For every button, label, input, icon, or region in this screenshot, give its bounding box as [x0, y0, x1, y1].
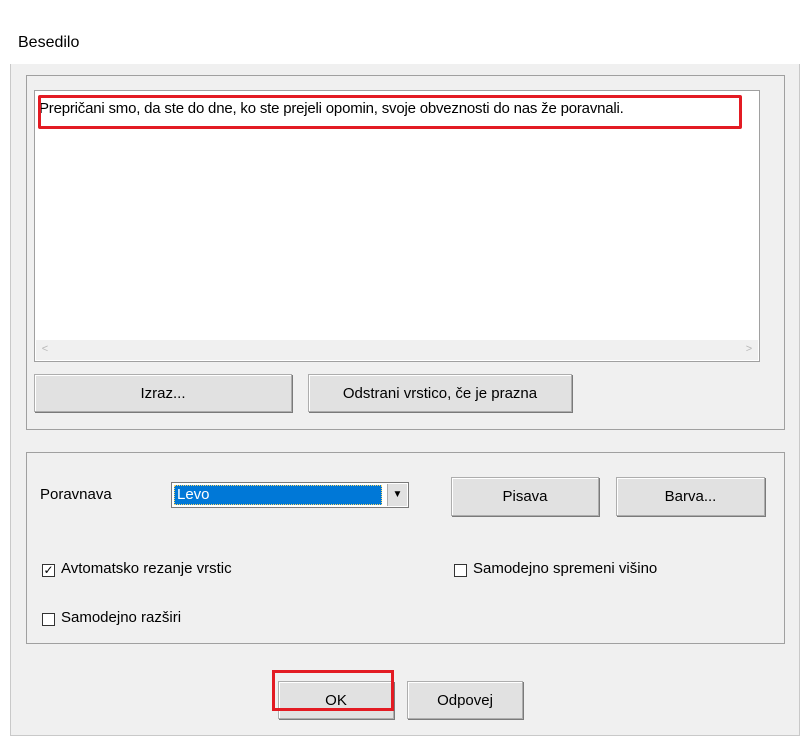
auto-wrap-checkbox[interactable]: ✓ — [42, 564, 55, 577]
dialog-title: Besedilo — [18, 34, 80, 51]
font-button[interactable]: Pisava — [451, 477, 599, 516]
cancel-button[interactable]: Odpovej — [407, 681, 523, 719]
horizontal-scrollbar[interactable]: < > — [36, 340, 758, 360]
auto-expand-label: Samodejno razširi — [61, 609, 182, 626]
auto-height-label: Samodejno spremeni višino — [473, 560, 658, 577]
auto-height-checkbox[interactable] — [454, 564, 467, 577]
alignment-selected-value: Levo — [174, 485, 382, 505]
chevron-down-icon[interactable]: ▼ — [387, 484, 407, 506]
scroll-right-icon[interactable]: > — [742, 342, 756, 356]
auto-expand-checkbox[interactable] — [42, 613, 55, 626]
scroll-left-icon[interactable]: < — [38, 342, 52, 356]
auto-wrap-label: Avtomatsko rezanje vrstic — [61, 560, 232, 577]
color-button[interactable]: Barva... — [616, 477, 765, 516]
remove-empty-line-button[interactable]: Odstrani vrstico, če je prazna — [308, 374, 572, 412]
ok-button[interactable]: OK — [278, 681, 394, 719]
expression-button[interactable]: Izraz... — [34, 374, 292, 412]
alignment-label: Poravnava — [40, 486, 112, 503]
title-bar: Besedilo — [10, 12, 800, 64]
text-content: Prepričani smo, da ste do dne, ko ste pr… — [39, 100, 624, 117]
alignment-select[interactable]: Levo ▼ — [171, 482, 409, 508]
text-input-area[interactable]: Prepričani smo, da ste do dne, ko ste pr… — [34, 90, 760, 362]
